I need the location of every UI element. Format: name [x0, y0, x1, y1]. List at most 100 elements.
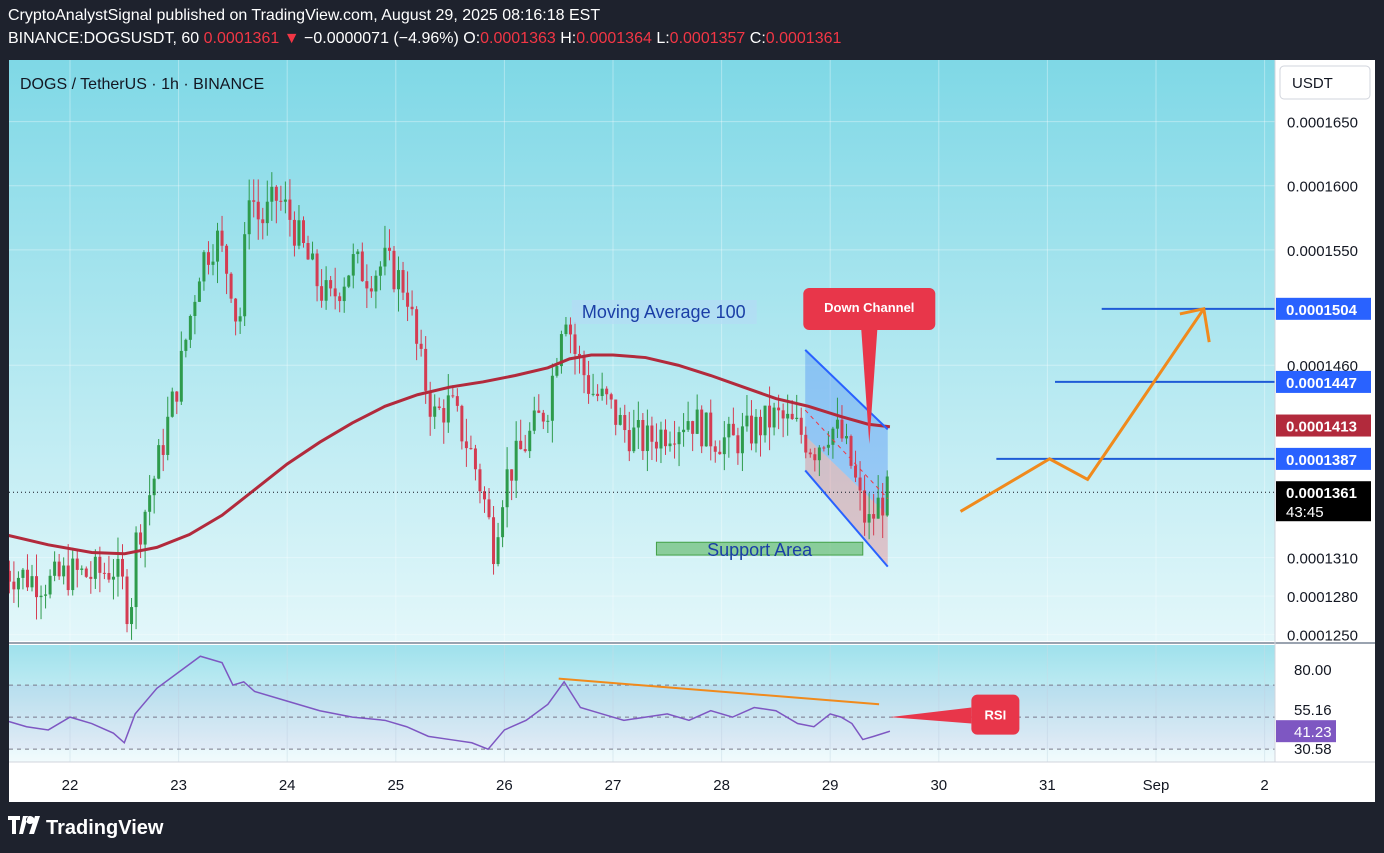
low-label: L:	[656, 30, 670, 47]
candle-body	[80, 568, 84, 570]
candle-body	[722, 437, 726, 455]
candle-body	[876, 497, 880, 519]
candle-body	[523, 449, 527, 452]
candle-body	[374, 275, 378, 292]
candle-body	[111, 576, 115, 580]
high-value: 0.0001364	[576, 30, 652, 47]
brand-name: TradingView	[46, 816, 164, 839]
candle-body	[21, 569, 25, 578]
rsi-tick-label: 30.58	[1294, 741, 1332, 758]
publish-info: CryptoAnalystSignal published on Trading…	[8, 7, 601, 24]
candle-body	[415, 309, 419, 344]
candle-body	[360, 251, 364, 282]
rsi-value-label: 55.16	[1294, 702, 1332, 719]
candle-body	[238, 316, 242, 322]
candle-body	[654, 441, 658, 449]
candle-body	[709, 412, 713, 447]
candle-body	[102, 572, 106, 574]
candle-body	[148, 495, 152, 512]
rsi-tick-label: 80.00	[1294, 662, 1332, 679]
candle-body	[206, 252, 210, 265]
candle-body	[428, 390, 432, 417]
candle-body	[451, 395, 455, 397]
y-tick-label: 0.0001550	[1287, 243, 1358, 260]
tv-icon	[8, 816, 40, 840]
candle-body	[614, 399, 618, 425]
candle-body	[528, 430, 532, 452]
candle-body	[492, 517, 496, 565]
candle-body	[256, 201, 260, 220]
candle-body	[139, 532, 143, 545]
candle-body	[763, 405, 767, 436]
candle-body	[252, 200, 256, 202]
symbol: BINANCE:DOGSUSDT, 60	[8, 30, 200, 47]
candle-body	[496, 537, 500, 565]
down-channel-label: Down Channel	[824, 300, 914, 315]
candle-body	[813, 454, 817, 461]
x-tick-label: 25	[387, 777, 404, 794]
candle-body	[125, 576, 129, 625]
y-tick-label: 0.0001250	[1287, 628, 1358, 645]
candle-body	[120, 558, 124, 577]
x-tick-label: 26	[496, 777, 513, 794]
candle-body	[225, 245, 229, 274]
x-tick-label: 27	[605, 777, 622, 794]
candle-body	[460, 405, 464, 442]
candle-body	[858, 477, 862, 491]
rsi-callout-label: RSI	[985, 708, 1007, 723]
candle-body	[175, 391, 179, 402]
candle-body	[673, 443, 677, 445]
candle-body	[727, 423, 731, 438]
last-price: 0.0001361	[203, 30, 280, 47]
candle-body	[473, 448, 477, 470]
change: −0.0000071 (−4.96%)	[304, 30, 459, 47]
candle-body	[130, 607, 134, 625]
candle-body	[641, 419, 645, 452]
candle-body	[66, 565, 70, 591]
candle-body	[618, 415, 622, 425]
candle-body	[636, 419, 640, 428]
candle-body	[600, 388, 604, 397]
candle-body	[342, 286, 346, 302]
price-label-text: 0.0001447	[1286, 375, 1357, 392]
candle-body	[786, 413, 790, 419]
candle-body	[704, 412, 708, 447]
candle-body	[505, 469, 509, 508]
candle-body	[731, 423, 735, 436]
candle-body	[713, 446, 717, 452]
candle-body	[401, 270, 405, 293]
candle-body	[668, 443, 672, 447]
x-tick-label: 28	[713, 777, 730, 794]
candle-body	[663, 429, 667, 447]
candle-body	[369, 288, 373, 292]
candle-body	[478, 469, 482, 492]
candle-body	[795, 417, 799, 419]
candle-body	[605, 388, 609, 395]
candle-body	[587, 375, 591, 394]
candle-body	[519, 440, 523, 450]
candle-body	[170, 391, 174, 417]
candle-body	[632, 427, 636, 452]
candle-body	[650, 425, 654, 442]
candle-body	[442, 408, 446, 423]
tradingview-logo[interactable]: TradingView	[8, 816, 163, 840]
chart-area[interactable]: Down Channel Moving Average 100 Support Ar…	[3, 60, 1375, 802]
candle-body	[71, 558, 75, 591]
countdown-text: 43:45	[1286, 504, 1324, 521]
candle-body	[424, 348, 428, 391]
candle-body	[157, 445, 161, 479]
chart-svg[interactable]: Down Channel Moving Average 100 Support Ar…	[3, 60, 1375, 802]
candle-body	[799, 417, 803, 435]
candle-body	[872, 514, 876, 519]
candle-body	[134, 532, 138, 608]
candle-body	[30, 576, 34, 588]
candle-body	[44, 594, 48, 596]
candle-body	[609, 394, 613, 400]
candle-body	[844, 436, 848, 439]
candle-body	[261, 219, 265, 224]
currency-button[interactable]: USDT	[1279, 65, 1371, 100]
candle-body	[885, 476, 889, 516]
candle-body	[320, 286, 324, 301]
open-label: O:	[463, 30, 481, 47]
candle-body	[573, 334, 577, 354]
